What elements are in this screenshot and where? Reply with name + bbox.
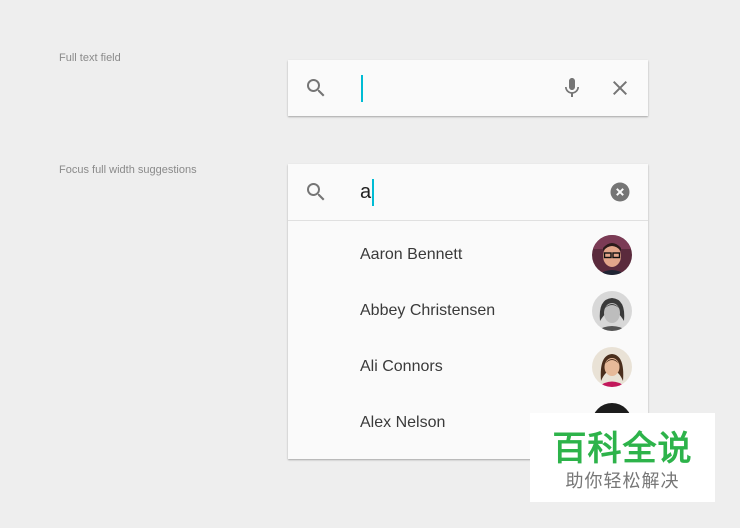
search-icon[interactable] [304,76,328,100]
watermark-title: 百科全说 [552,430,693,468]
watermark-subtitle: 助你轻松解决 [565,471,680,491]
section-label-full-text-field: Full text field [59,52,121,64]
search-input[interactable]: a [360,178,375,206]
watermark-logo: 百科全说 助你轻松解决 [530,413,715,502]
text-caret [372,178,375,206]
full-text-search-card [288,60,648,116]
avatar [592,347,632,387]
suggestion-item[interactable]: Abbey Christensen [288,283,648,339]
search-bar: a [288,164,648,220]
section-label-focus-suggestions: Focus full width suggestions [59,164,197,176]
avatar [592,291,632,331]
mic-icon[interactable] [560,76,584,100]
suggestion-item[interactable]: Ali Connors [288,339,648,395]
suggestion-name: Abbey Christensen [360,302,496,319]
search-input[interactable] [360,74,363,102]
search-input-value: a [360,180,372,203]
suggestion-name: Alex Nelson [360,414,446,431]
text-caret [361,74,363,102]
suggestion-item[interactable]: Aaron Bennett [288,227,648,283]
search-bar [288,60,648,116]
close-icon[interactable] [608,76,632,100]
suggestion-name: Ali Connors [360,358,443,375]
clear-circle-icon[interactable] [608,180,632,204]
search-icon[interactable] [304,180,328,204]
avatar [592,235,632,275]
suggestion-name: Aaron Bennett [360,246,463,263]
